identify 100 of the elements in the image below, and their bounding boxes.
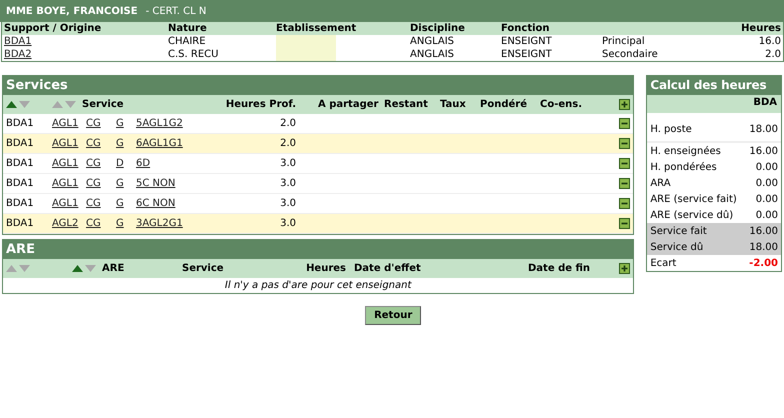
table-cell-text: 3.0 <box>279 198 296 209</box>
empty-message: Il n'y a pas d'are pour cet enseignant <box>224 280 412 291</box>
table-cell-text: 16.0 <box>758 36 781 47</box>
remove-icon[interactable] <box>619 158 630 169</box>
column-header: Etablissement <box>276 23 358 34</box>
service-link[interactable]: 6AGL1G1 <box>136 138 183 149</box>
service-link[interactable]: 3AGL2G1 <box>136 218 183 229</box>
service-link[interactable]: 6C NON <box>136 198 176 209</box>
column-header: Heures <box>305 263 347 274</box>
column-header: BDA <box>753 97 777 108</box>
hours-value: 0.00 <box>756 178 778 188</box>
column-header: Heures <box>740 23 781 34</box>
sort-up-icon[interactable] <box>72 265 83 272</box>
table-cell-text: CHAIRE <box>168 36 207 47</box>
service-link[interactable]: G <box>116 118 136 129</box>
column-header: A partager <box>317 99 380 110</box>
remove-icon[interactable] <box>619 218 630 229</box>
column-header: Service <box>82 99 124 110</box>
hours-value: 18.00 <box>749 242 778 252</box>
service-link[interactable]: AGL1 <box>52 158 86 169</box>
hours-label: ARE (service fait) <box>650 194 737 204</box>
hours-value: 18.00 <box>749 124 778 134</box>
column-header: ARE <box>102 263 124 274</box>
service-link[interactable]: 5AGL1G2 <box>136 118 183 129</box>
service-link[interactable]: AGL1 <box>52 178 86 189</box>
column-header: Date d'effet <box>354 263 422 274</box>
table-cell-text: 2.0 <box>279 118 296 129</box>
table-cell-text: BDA1 <box>6 118 35 129</box>
add-icon[interactable] <box>619 99 630 110</box>
hours-label: Service fait <box>650 226 707 236</box>
hours-value: 0.00 <box>756 210 778 220</box>
service-link[interactable]: CG <box>86 138 116 149</box>
table-cell-text: BDA1 <box>6 158 35 169</box>
hours-value: -2.00 <box>749 258 778 268</box>
table-cell-text: BDA1 <box>6 178 35 189</box>
service-link[interactable]: AGL1 <box>52 198 86 209</box>
empty-cell <box>276 48 336 61</box>
hours-value: 16.00 <box>749 226 778 236</box>
table-cell-text: 2.0 <box>279 138 296 149</box>
column-header: Heures Prof. <box>224 99 296 110</box>
panel-title: Calcul des heures <box>647 76 781 95</box>
hours-label: ARA <box>650 178 671 188</box>
service-link[interactable]: AGL2 <box>52 218 86 229</box>
table-cell-text: BDA1 <box>6 138 35 149</box>
panel-title: Services <box>3 76 634 95</box>
remove-icon[interactable] <box>619 178 630 189</box>
remove-icon[interactable] <box>619 138 630 149</box>
empty-cell <box>276 35 336 48</box>
add-icon[interactable] <box>619 263 630 274</box>
service-link[interactable]: CG <box>86 178 116 189</box>
service-link[interactable]: 6D <box>136 158 150 169</box>
table-cell-text: 3.0 <box>279 158 296 169</box>
service-link[interactable]: AGL1 <box>52 138 86 149</box>
table-cell-text: 3.0 <box>279 178 296 189</box>
column-header: Fonction <box>501 23 551 34</box>
remove-icon[interactable] <box>619 118 630 129</box>
column-header: Discipline <box>410 23 466 34</box>
sort-up-icon[interactable] <box>6 101 17 108</box>
hours-value: 0.00 <box>756 162 778 172</box>
service-link[interactable]: G <box>116 138 136 149</box>
service-link[interactable]: G <box>116 178 136 189</box>
support-link[interactable]: BDA2 <box>4 49 168 60</box>
column-header: Co-ens. <box>540 99 584 110</box>
column-header: Support / Origine <box>4 23 102 34</box>
table-cell-text: C.S. RECU <box>168 49 220 60</box>
hours-label: Service dû <box>650 242 704 252</box>
service-link[interactable]: G <box>116 218 136 229</box>
remove-icon[interactable] <box>619 198 630 209</box>
table-cell-text: ANGLAIS <box>410 49 456 60</box>
panel-title: ARE <box>3 240 634 259</box>
table-cell-text: 3.0 <box>279 218 296 229</box>
service-link[interactable]: CG <box>86 198 116 209</box>
column-header: Date de fin <box>528 263 592 274</box>
hours-label: Ecart <box>650 258 676 268</box>
table-cell-text: BDA1 <box>6 198 35 209</box>
service-link[interactable]: CG <box>86 118 116 129</box>
hours-label: H. poste <box>650 124 692 134</box>
column-header: Taux <box>440 99 467 110</box>
hours-label: H. pondérées <box>650 162 717 172</box>
service-link[interactable]: AGL1 <box>52 118 86 129</box>
support-link[interactable]: BDA1 <box>4 36 168 47</box>
hours-value: 16.00 <box>749 146 778 156</box>
service-link[interactable]: G <box>116 198 136 209</box>
back-button[interactable]: Retour <box>365 306 422 325</box>
table-cell-text: Secondaire <box>602 49 659 60</box>
service-link[interactable]: 5C NON <box>136 178 176 189</box>
table-cell-text: ENSEIGNT <box>501 36 553 47</box>
column-header: Restant <box>384 99 429 110</box>
hours-label: H. enseignées <box>650 146 721 156</box>
table-cell-text: 2.0 <box>764 49 781 60</box>
hours-label: ARE (service dû) <box>650 210 734 220</box>
service-link[interactable]: CG <box>86 218 116 229</box>
table-cell-text: BDA1 <box>6 218 35 229</box>
column-header: Nature <box>168 23 208 34</box>
service-link[interactable]: CG <box>86 158 116 169</box>
table-cell-text: ANGLAIS <box>410 36 456 47</box>
service-link[interactable]: D <box>116 158 136 169</box>
table-cell-text: Principal <box>602 36 646 47</box>
teacher-name: MME BOYE, FRANCOISE <box>6 6 138 16</box>
teacher-grade: - CERT. CL N <box>146 6 206 16</box>
